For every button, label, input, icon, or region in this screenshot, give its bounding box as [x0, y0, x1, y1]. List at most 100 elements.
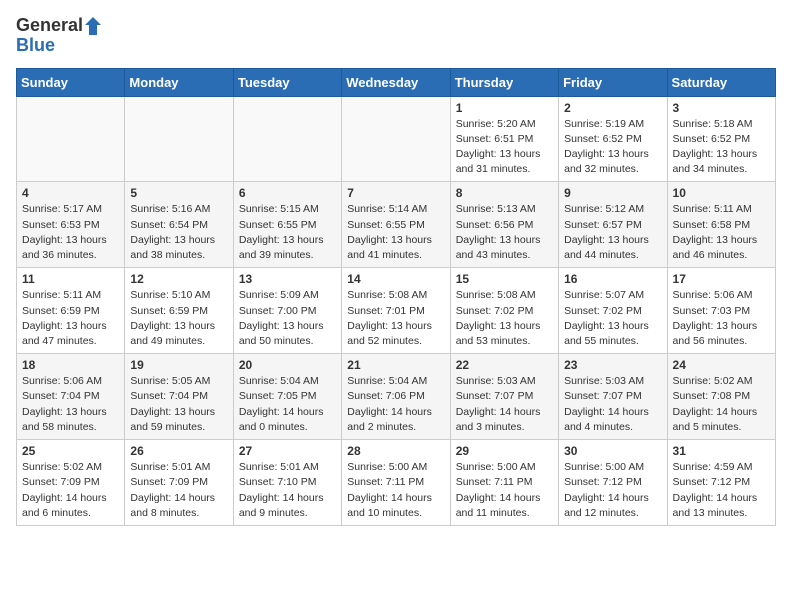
- calendar-cell: 3 Sunrise: 5:18 AM Sunset: 6:52 PM Daylig…: [667, 96, 775, 182]
- calendar-cell: 24Sunrise: 5:02 AM Sunset: 7:08 PM Dayli…: [667, 354, 775, 440]
- weekday-header-monday: Monday: [125, 68, 233, 96]
- day-number: 21: [347, 358, 444, 372]
- day-number: 4: [22, 186, 119, 200]
- logo-blue-text: Blue: [16, 36, 105, 56]
- week-row-3: 11 Sunrise: 5:11 AM Sunset: 6:59 PM Dayli…: [17, 268, 776, 354]
- weekday-header-tuesday: Tuesday: [233, 68, 341, 96]
- day-info: Sunrise: 5:00 AM Sunset: 7:11 PM Dayligh…: [456, 460, 553, 521]
- logo-arrow-icon: [85, 17, 105, 35]
- calendar-cell: 11 Sunrise: 5:11 AM Sunset: 6:59 PM Dayli…: [17, 268, 125, 354]
- day-number: 12: [130, 272, 227, 286]
- day-info: Sunrise: 5:17 AM Sunset: 6:53 PM Dayligh…: [22, 202, 119, 263]
- day-number: 3: [673, 101, 770, 115]
- day-info: Sunrise: 5:13 AM Sunset: 6:56 PM Dayligh…: [456, 202, 553, 263]
- day-info: Sunrise: 5:03 AM Sunset: 7:07 PM Dayligh…: [456, 374, 553, 435]
- day-info: Sunrise: 5:08 AM Sunset: 7:01 PM Dayligh…: [347, 288, 444, 349]
- day-info: Sunrise: 5:11 AM Sunset: 6:59 PM Dayligh…: [22, 288, 119, 349]
- week-row-2: 4 Sunrise: 5:17 AM Sunset: 6:53 PM Daylig…: [17, 182, 776, 268]
- weekday-header-saturday: Saturday: [667, 68, 775, 96]
- day-info: Sunrise: 5:03 AM Sunset: 7:07 PM Dayligh…: [564, 374, 661, 435]
- calendar-cell: [125, 96, 233, 182]
- day-number: 2: [564, 101, 661, 115]
- day-info: Sunrise: 5:02 AM Sunset: 7:09 PM Dayligh…: [22, 460, 119, 521]
- calendar-cell: 25Sunrise: 5:02 AM Sunset: 7:09 PM Dayli…: [17, 440, 125, 526]
- day-info: Sunrise: 5:04 AM Sunset: 7:06 PM Dayligh…: [347, 374, 444, 435]
- day-info: Sunrise: 5:01 AM Sunset: 7:10 PM Dayligh…: [239, 460, 336, 521]
- day-number: 8: [456, 186, 553, 200]
- calendar-cell: [233, 96, 341, 182]
- day-number: 27: [239, 444, 336, 458]
- day-info: Sunrise: 5:01 AM Sunset: 7:09 PM Dayligh…: [130, 460, 227, 521]
- calendar-cell: 30 Sunrise: 5:00 AM Sunset: 7:12 PM Dayli…: [559, 440, 667, 526]
- calendar-cell: [17, 96, 125, 182]
- day-number: 1: [456, 101, 553, 115]
- day-info: Sunrise: 5:10 AM Sunset: 6:59 PM Dayligh…: [130, 288, 227, 349]
- calendar-cell: 19 Sunrise: 5:05 AM Sunset: 7:04 PM Dayli…: [125, 354, 233, 440]
- week-row-5: 25Sunrise: 5:02 AM Sunset: 7:09 PM Dayli…: [17, 440, 776, 526]
- day-info: Sunrise: 4:59 AM Sunset: 7:12 PM Dayligh…: [673, 460, 770, 521]
- calendar-cell: 9 Sunrise: 5:12 AM Sunset: 6:57 PM Daylig…: [559, 182, 667, 268]
- week-row-4: 18 Sunrise: 5:06 AM Sunset: 7:04 PM Dayli…: [17, 354, 776, 440]
- calendar-cell: 7 Sunrise: 5:14 AM Sunset: 6:55 PM Daylig…: [342, 182, 450, 268]
- day-info: Sunrise: 5:06 AM Sunset: 7:03 PM Dayligh…: [673, 288, 770, 349]
- calendar-cell: 26 Sunrise: 5:01 AM Sunset: 7:09 PM Dayli…: [125, 440, 233, 526]
- day-number: 20: [239, 358, 336, 372]
- day-info: Sunrise: 5:02 AM Sunset: 7:08 PM Dayligh…: [673, 374, 770, 435]
- day-number: 18: [22, 358, 119, 372]
- calendar-cell: 17 Sunrise: 5:06 AM Sunset: 7:03 PM Dayli…: [667, 268, 775, 354]
- calendar-cell: 2Sunrise: 5:19 AM Sunset: 6:52 PM Daylig…: [559, 96, 667, 182]
- page-header: GeneralBlue: [16, 16, 776, 56]
- calendar-cell: 20 Sunrise: 5:04 AM Sunset: 7:05 PM Dayli…: [233, 354, 341, 440]
- day-info: Sunrise: 5:11 AM Sunset: 6:58 PM Dayligh…: [673, 202, 770, 263]
- calendar-cell: 31 Sunrise: 4:59 AM Sunset: 7:12 PM Dayli…: [667, 440, 775, 526]
- day-info: Sunrise: 5:04 AM Sunset: 7:05 PM Dayligh…: [239, 374, 336, 435]
- day-info: Sunrise: 5:00 AM Sunset: 7:12 PM Dayligh…: [564, 460, 661, 521]
- calendar-cell: 1 Sunrise: 5:20 AM Sunset: 6:51 PM Daylig…: [450, 96, 558, 182]
- day-number: 23: [564, 358, 661, 372]
- day-number: 30: [564, 444, 661, 458]
- calendar-cell: 29 Sunrise: 5:00 AM Sunset: 7:11 PM Dayli…: [450, 440, 558, 526]
- day-info: Sunrise: 5:05 AM Sunset: 7:04 PM Dayligh…: [130, 374, 227, 435]
- calendar-cell: 5Sunrise: 5:16 AM Sunset: 6:54 PM Daylig…: [125, 182, 233, 268]
- day-number: 26: [130, 444, 227, 458]
- day-number: 19: [130, 358, 227, 372]
- weekday-header-sunday: Sunday: [17, 68, 125, 96]
- day-info: Sunrise: 5:08 AM Sunset: 7:02 PM Dayligh…: [456, 288, 553, 349]
- calendar-cell: 16Sunrise: 5:07 AM Sunset: 7:02 PM Dayli…: [559, 268, 667, 354]
- logo: GeneralBlue: [16, 16, 105, 56]
- day-number: 31: [673, 444, 770, 458]
- calendar-cell: 12 Sunrise: 5:10 AM Sunset: 6:59 PM Dayli…: [125, 268, 233, 354]
- day-number: 14: [347, 272, 444, 286]
- day-info: Sunrise: 5:07 AM Sunset: 7:02 PM Dayligh…: [564, 288, 661, 349]
- day-number: 7: [347, 186, 444, 200]
- day-number: 29: [456, 444, 553, 458]
- day-number: 11: [22, 272, 119, 286]
- day-number: 13: [239, 272, 336, 286]
- day-number: 15: [456, 272, 553, 286]
- calendar-cell: 14 Sunrise: 5:08 AM Sunset: 7:01 PM Dayli…: [342, 268, 450, 354]
- day-info: Sunrise: 5:15 AM Sunset: 6:55 PM Dayligh…: [239, 202, 336, 263]
- weekday-header-thursday: Thursday: [450, 68, 558, 96]
- week-row-1: 1 Sunrise: 5:20 AM Sunset: 6:51 PM Daylig…: [17, 96, 776, 182]
- day-number: 5: [130, 186, 227, 200]
- day-number: 10: [673, 186, 770, 200]
- day-number: 28: [347, 444, 444, 458]
- calendar-cell: 21 Sunrise: 5:04 AM Sunset: 7:06 PM Dayli…: [342, 354, 450, 440]
- calendar-cell: 27 Sunrise: 5:01 AM Sunset: 7:10 PM Dayli…: [233, 440, 341, 526]
- day-info: Sunrise: 5:20 AM Sunset: 6:51 PM Dayligh…: [456, 117, 553, 178]
- day-info: Sunrise: 5:00 AM Sunset: 7:11 PM Dayligh…: [347, 460, 444, 521]
- calendar-cell: 28 Sunrise: 5:00 AM Sunset: 7:11 PM Dayli…: [342, 440, 450, 526]
- day-number: 22: [456, 358, 553, 372]
- day-info: Sunrise: 5:12 AM Sunset: 6:57 PM Dayligh…: [564, 202, 661, 263]
- calendar-cell: 8 Sunrise: 5:13 AM Sunset: 6:56 PM Daylig…: [450, 182, 558, 268]
- calendar-cell: 23 Sunrise: 5:03 AM Sunset: 7:07 PM Dayli…: [559, 354, 667, 440]
- day-info: Sunrise: 5:18 AM Sunset: 6:52 PM Dayligh…: [673, 117, 770, 178]
- calendar-cell: 15 Sunrise: 5:08 AM Sunset: 7:02 PM Dayli…: [450, 268, 558, 354]
- day-number: 17: [673, 272, 770, 286]
- weekday-header-wednesday: Wednesday: [342, 68, 450, 96]
- day-info: Sunrise: 5:06 AM Sunset: 7:04 PM Dayligh…: [22, 374, 119, 435]
- calendar-table: SundayMondayTuesdayWednesdayThursdayFrid…: [16, 68, 776, 526]
- day-info: Sunrise: 5:14 AM Sunset: 6:55 PM Dayligh…: [347, 202, 444, 263]
- weekday-header-friday: Friday: [559, 68, 667, 96]
- day-number: 9: [564, 186, 661, 200]
